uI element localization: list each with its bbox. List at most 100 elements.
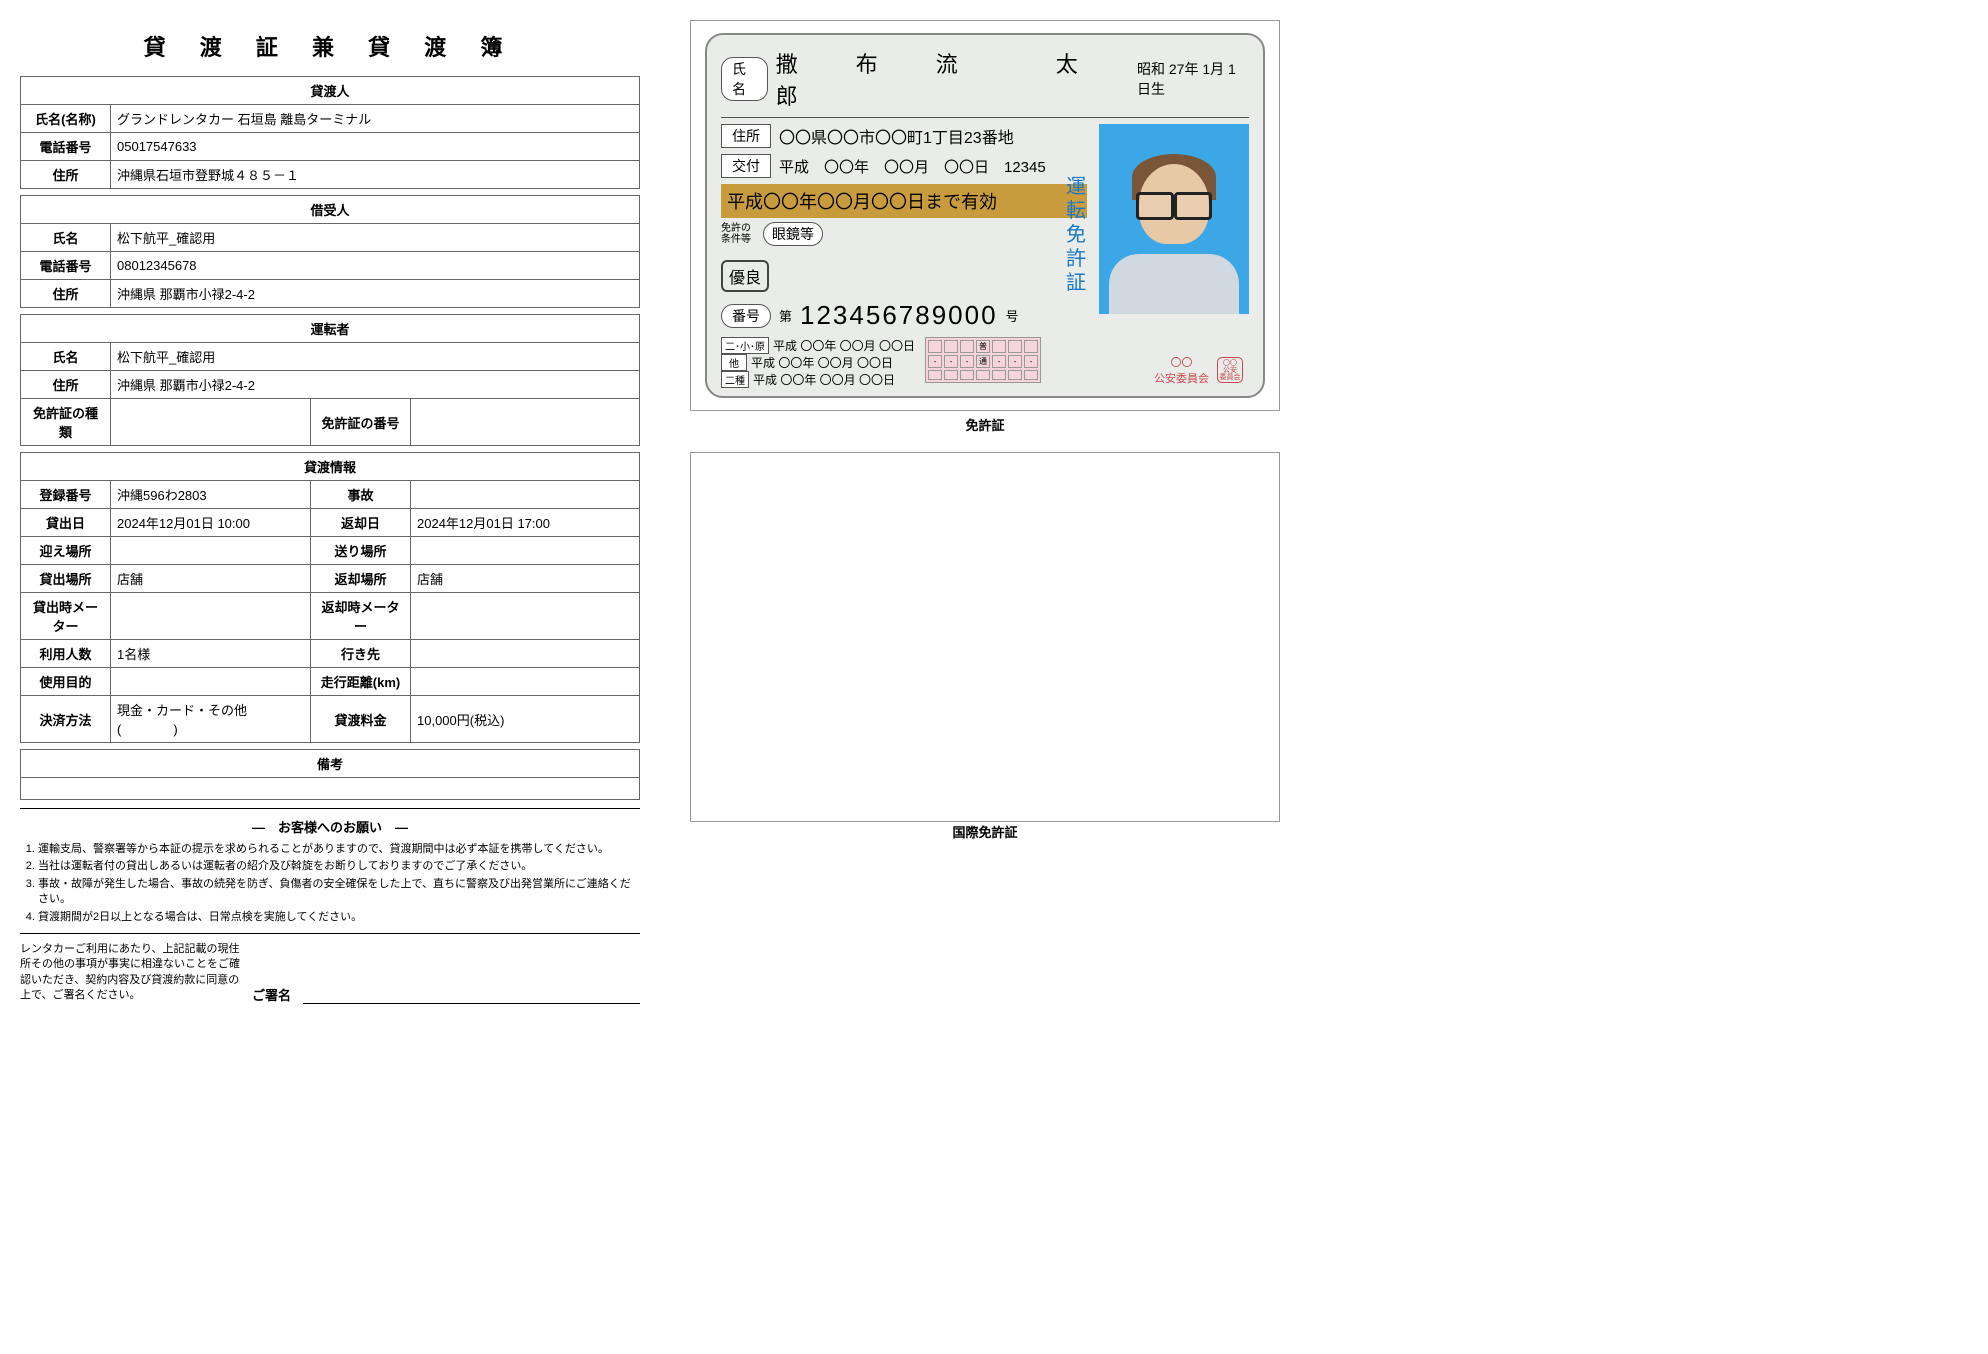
- driver-licno: [411, 399, 640, 446]
- lic-name: 撒 布 流 太 郎: [776, 47, 1129, 111]
- retmeter-value: [411, 593, 640, 640]
- driver-lictype-label: 免許証の種類: [21, 399, 111, 446]
- reg-label: 登録番号: [21, 481, 111, 509]
- dist-label: 走行距離(km): [311, 668, 411, 696]
- lic-photo: [1099, 124, 1249, 314]
- outdate-label: 貸出日: [21, 509, 111, 537]
- driver-table: 運転者 氏名 松下航平_確認用 住所 沖縄県 那覇市小禄2-4-2 免許証の種類…: [20, 314, 640, 446]
- outmeter-label: 貸出時メーター: [21, 593, 111, 640]
- lic-rank: 優良: [721, 260, 769, 292]
- license-caption: 免許証: [690, 415, 1280, 434]
- lic-valid: 平成〇〇年〇〇月〇〇日まで有効: [721, 184, 1087, 218]
- driver-lictype: [111, 399, 311, 446]
- lender-addr-label: 住所: [21, 161, 111, 189]
- notes-label: 備考: [21, 750, 640, 778]
- pax-label: 利用人数: [21, 640, 111, 668]
- borrower-addr: 沖縄県 那覇市小禄2-4-2: [111, 280, 640, 308]
- request-item: 運輸支局、警察署等から本証の提示を求められることがありますので、貸渡期間中は必ず…: [38, 842, 640, 857]
- request-item: 貸渡期間が2日以上となる場合は、日常点検を実施してください。: [38, 910, 640, 925]
- lic-class-grid: 普 ---通---: [925, 337, 1041, 383]
- license-image-frame: 氏名 撒 布 流 太 郎 昭和 27年 1月 1日生 住所 〇〇県〇〇市〇〇町1…: [690, 20, 1280, 411]
- pickup-value: [111, 537, 311, 565]
- lender-table: 貸渡人 氏名(名称) グランドレンタカー 石垣島 離島ターミナル 電話番号 05…: [20, 76, 640, 189]
- fee-label: 貸渡料金: [311, 696, 411, 743]
- retloc-label: 返却場所: [311, 565, 411, 593]
- borrower-name: 松下航平_確認用: [111, 224, 640, 252]
- lender-section: 貸渡人: [21, 77, 640, 105]
- signature-label: ご署名: [252, 985, 291, 1004]
- license-card: 氏名 撒 布 流 太 郎 昭和 27年 1月 1日生 住所 〇〇県〇〇市〇〇町1…: [705, 33, 1265, 398]
- lic-committee-mark: 〇〇: [1154, 354, 1209, 370]
- pax-value: 1名様: [111, 640, 311, 668]
- retdate-label: 返却日: [311, 509, 411, 537]
- notes-table: 備考: [20, 749, 640, 800]
- lic-date-lbl: 二･小･原: [721, 337, 769, 354]
- purpose-label: 使用目的: [21, 668, 111, 696]
- lic-date-lbl: 他: [721, 354, 747, 371]
- lic-num-prefix: 第: [779, 306, 792, 325]
- driver-section: 運転者: [21, 315, 640, 343]
- intl-caption: 国際免許証: [690, 822, 1280, 841]
- lic-num: 123456789000: [800, 300, 998, 331]
- lic-addr: 〇〇県〇〇市〇〇町1丁目23番地: [779, 124, 1014, 148]
- outmeter-value: [111, 593, 311, 640]
- lic-num-suffix: 号: [1006, 306, 1019, 325]
- borrower-addr-label: 住所: [21, 280, 111, 308]
- signature-row: レンタカーご利用にあたり、上記記載の現住所その他の事項が事実に相違ないことをご確…: [20, 942, 640, 1004]
- lic-date-val: 平成 〇〇年 〇〇月 〇〇日: [773, 339, 915, 353]
- request-item: 事故・故障が発生した場合、事故の続発を防ぎ、負傷者の安全確保をした上で、直ちに警…: [38, 877, 640, 908]
- lic-stamp: 〇〇 公安 委員会: [1217, 357, 1243, 383]
- driver-licno-label: 免許証の番号: [311, 399, 411, 446]
- separator: [20, 808, 640, 809]
- retmeter-label: 返却時メーター: [311, 593, 411, 640]
- dropoff-value: [411, 537, 640, 565]
- request-item: 当社は運転者付の貸出しあるいは運転者の紹介及び斡旋をお断りしておりますのでご了承…: [38, 859, 640, 874]
- lic-issue: 平成 〇〇年 〇〇月 〇〇日 12345: [779, 156, 1046, 177]
- borrower-name-label: 氏名: [21, 224, 111, 252]
- lender-tel: 05017547633: [111, 133, 640, 161]
- lic-num-label: 番号: [721, 304, 771, 328]
- lic-date-val: 平成 〇〇年 〇〇月 〇〇日: [751, 356, 893, 370]
- lic-issue-label: 交付: [721, 154, 771, 178]
- driver-name-label: 氏名: [21, 343, 111, 371]
- lic-side-title: 運転免許証: [1063, 175, 1089, 295]
- lic-birth: 昭和 27年 1月 1日生: [1137, 59, 1249, 99]
- intl-license-frame: [690, 452, 1280, 822]
- lic-committee-name: 公安委員会: [1154, 370, 1209, 386]
- separator: [20, 933, 640, 934]
- lender-name-label: 氏名(名称): [21, 105, 111, 133]
- dest-label: 行き先: [311, 640, 411, 668]
- lic-cond: 眼鏡等: [763, 222, 823, 246]
- lender-addr: 沖縄県石垣市登野城４８５－１: [111, 161, 640, 189]
- reg-value: 沖縄596わ2803: [111, 481, 311, 509]
- rental-section: 貸渡情報: [21, 453, 640, 481]
- lic-addr-label: 住所: [721, 124, 771, 148]
- signature-text: レンタカーご利用にあたり、上記記載の現住所その他の事項が事実に相違ないことをご確…: [20, 942, 240, 1004]
- accident-value: [411, 481, 640, 509]
- dist-value: [411, 668, 640, 696]
- page-title: 貸 渡 証 兼 貸 渡 簿: [20, 30, 640, 62]
- purpose-value: [111, 668, 311, 696]
- driver-addr: 沖縄県 那覇市小禄2-4-2: [111, 371, 640, 399]
- borrower-table: 借受人 氏名 松下航平_確認用 電話番号 08012345678 住所 沖縄県 …: [20, 195, 640, 308]
- borrower-tel: 08012345678: [111, 252, 640, 280]
- outdate-value: 2024年12月01日 10:00: [111, 509, 311, 537]
- lic-cond-label: 免許の 条件等: [721, 223, 751, 245]
- lender-tel-label: 電話番号: [21, 133, 111, 161]
- signature-line: [303, 984, 640, 1004]
- outloc-value: 店舗: [111, 565, 311, 593]
- dropoff-label: 送り場所: [311, 537, 411, 565]
- lic-dates: 二･小･原平成 〇〇年 〇〇月 〇〇日 他平成 〇〇年 〇〇月 〇〇日 二種平成…: [721, 337, 915, 388]
- lic-committee: 〇〇 公安委員会 〇〇 公安 委員会: [1154, 354, 1243, 386]
- pay-value: 現金・カード・その他( ): [111, 696, 311, 743]
- outloc-label: 貸出場所: [21, 565, 111, 593]
- lic-date-val: 平成 〇〇年 〇〇月 〇〇日: [753, 373, 895, 387]
- pickup-label: 迎え場所: [21, 537, 111, 565]
- driver-addr-label: 住所: [21, 371, 111, 399]
- lic-date-lbl: 二種: [721, 371, 749, 388]
- accident-label: 事故: [311, 481, 411, 509]
- dest-value: [411, 640, 640, 668]
- rental-table: 貸渡情報 登録番号 沖縄596わ2803 事故 貸出日 2024年12月01日 …: [20, 452, 640, 743]
- retloc-value: 店舗: [411, 565, 640, 593]
- lic-name-label: 氏名: [721, 57, 768, 101]
